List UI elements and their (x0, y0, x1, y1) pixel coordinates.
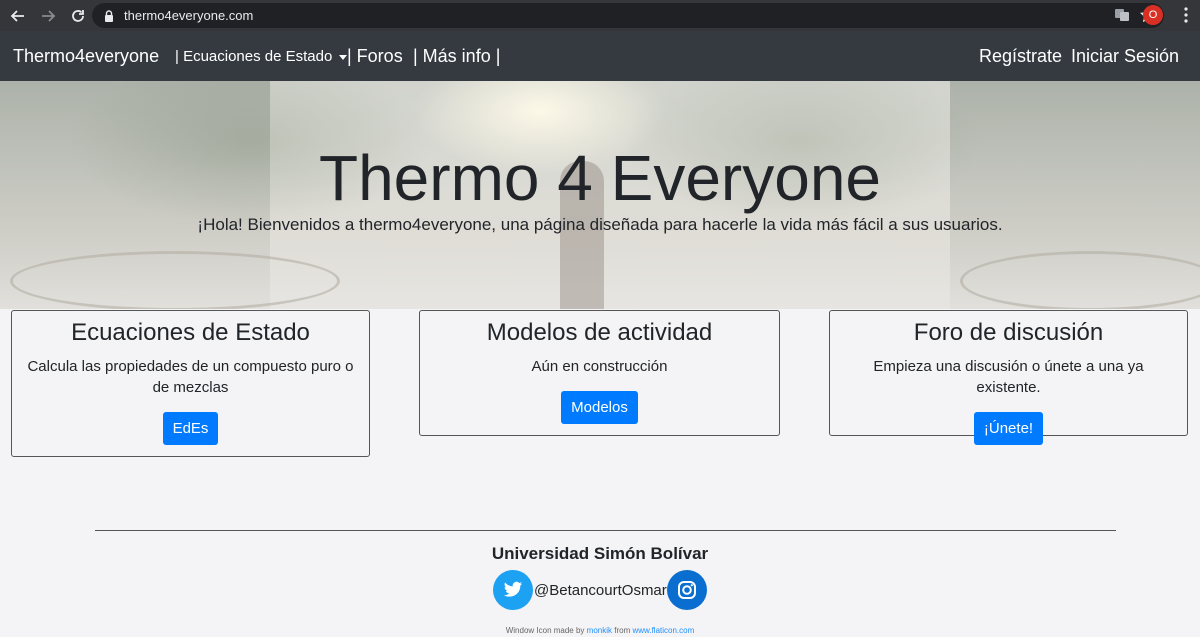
site-navbar: Thermo4everyone | Ecuaciones de Estado |… (0, 31, 1200, 81)
social-links: @BetancourtOsmar (493, 570, 707, 610)
edes-button[interactable]: EdEs (162, 412, 219, 445)
browser-toolbar: thermo4everyone.com O (0, 0, 1200, 31)
hero-title: Thermo 4 Everyone (318, 142, 882, 214)
nav-mas-info[interactable]: | Más info | (413, 46, 500, 67)
credit-mid: from (614, 626, 631, 635)
back-button[interactable] (6, 4, 30, 28)
nav-login[interactable]: Iniciar Sesión (1071, 46, 1179, 67)
modelos-button[interactable]: Modelos (561, 391, 638, 424)
translate-icon[interactable] (1114, 7, 1130, 23)
card-modelos: Modelos de actividad Aún en construcción… (419, 310, 780, 436)
card-text: Empieza una discusión o únete a una ya e… (873, 358, 1144, 396)
card-title: Ecuaciones de Estado (71, 319, 310, 346)
card-title: Modelos de actividad (486, 319, 713, 346)
brand-link[interactable]: Thermo4everyone (13, 46, 159, 67)
twitter-handle[interactable]: @BetancourtOsmar (534, 582, 667, 599)
instagram-icon (677, 581, 696, 599)
card-ecuaciones: Ecuaciones de Estado Calcula las propied… (11, 310, 370, 457)
nav-ecuaciones-dropdown[interactable]: | Ecuaciones de Estado (175, 48, 348, 65)
lock-icon (105, 9, 113, 22)
card-text: Aún en construcción (531, 358, 668, 375)
university-name: Universidad Simón Bolívar (491, 544, 709, 563)
nav-register[interactable]: Regístrate (979, 46, 1062, 67)
reload-button[interactable] (66, 4, 90, 28)
nav-ecuaciones-label: | Ecuaciones de Estado (175, 48, 333, 65)
path-decoration-left (10, 251, 340, 309)
credit-prefix: Window Icon made by (505, 626, 585, 635)
twitter-link[interactable] (493, 570, 533, 610)
path-decoration-right (960, 251, 1200, 309)
url-text: thermo4everyone.com (124, 8, 254, 23)
card-title: Foro de discusión (913, 319, 1104, 346)
profile-avatar[interactable]: O (1143, 5, 1163, 25)
credit-author-link[interactable]: monkik (587, 626, 612, 635)
address-bar[interactable]: thermo4everyone.com (92, 3, 1164, 28)
hero-banner: Thermo 4 Everyone (0, 81, 1200, 309)
reload-icon (72, 9, 84, 22)
icon-credit: Window Icon made by monkik from www.flat… (0, 626, 1200, 635)
menu-dots-icon[interactable] (1178, 6, 1194, 24)
credit-site-link[interactable]: www.flaticon.com (632, 626, 694, 635)
arrow-left-icon (10, 9, 24, 22)
card-foro: Foro de discusión Empieza una discusión … (829, 310, 1188, 445)
hero-subtitle: ¡Hola! Bienvenidos a thermo4everyone, un… (197, 215, 1003, 234)
forward-button[interactable] (36, 4, 60, 28)
twitter-bird-icon (503, 581, 523, 597)
card-text: Calcula las propiedades de un compuesto … (27, 358, 354, 396)
instagram-link[interactable] (666, 570, 707, 610)
unete-button[interactable]: ¡Únete! (973, 412, 1044, 445)
footer-divider (95, 530, 1116, 531)
nav-foros[interactable]: | Foros (347, 46, 403, 67)
arrow-right-icon (42, 9, 56, 22)
